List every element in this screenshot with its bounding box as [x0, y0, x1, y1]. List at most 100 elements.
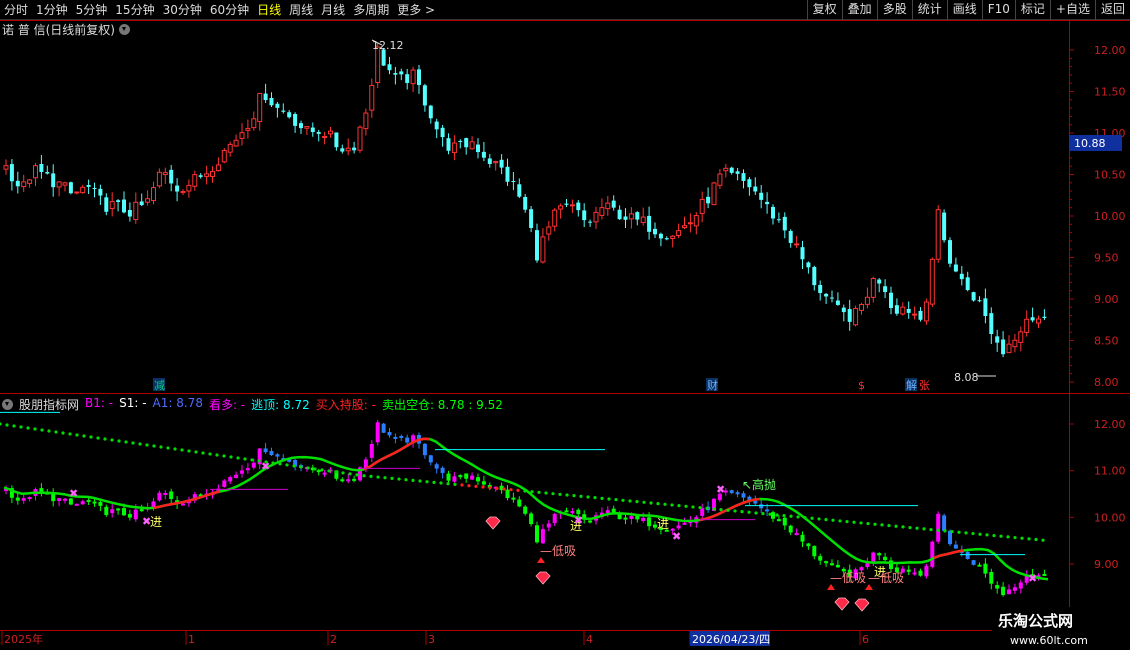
event-marker[interactable]: 财 — [707, 378, 718, 392]
period-tab-0[interactable]: 分时 — [0, 0, 32, 20]
ind-candle-body — [989, 571, 994, 584]
toolbar-button-5[interactable]: F10 — [981, 0, 1015, 20]
candle-body-up — [929, 258, 935, 305]
ind-dotted-ma — [327, 469, 331, 473]
ind-dotted-ma — [439, 481, 443, 485]
ind-candle-body — [676, 525, 681, 529]
candle-body-up — [56, 181, 62, 188]
ind-dotted-ma — [523, 489, 527, 493]
chart-annotations: 12.128.08减财 $ 解张进进进进—低吸—低吸 —低吸↖高抛✖✖✖✖✖✖✖ — [69, 39, 1037, 612]
candle-body-up — [628, 213, 634, 220]
ind-candle-body — [245, 468, 250, 471]
toolbar-button-6[interactable]: 标记 — [1014, 0, 1050, 20]
high-price-label: 12.12 — [372, 39, 404, 52]
price-tick-label: 11.50 — [1094, 86, 1126, 99]
event-marker[interactable]: $ — [858, 379, 865, 392]
ind-candle-body — [481, 481, 486, 485]
candle-body-down — [523, 196, 528, 210]
period-tab-3[interactable]: 15分钟 — [111, 0, 158, 20]
candle-body-down — [977, 300, 982, 302]
ind-dotted-ma — [712, 507, 716, 511]
candle-body-up — [723, 167, 729, 172]
ind-candle-body — [163, 492, 168, 495]
ind-candle-body — [924, 565, 929, 577]
ind-candle-body — [741, 493, 746, 498]
ind-candle-body — [505, 489, 510, 499]
candle-body-down — [824, 293, 829, 297]
candle-body-up — [469, 141, 475, 150]
period-tab-10[interactable]: 更多 > — [393, 0, 439, 20]
event-marker[interactable]: 张 — [919, 379, 930, 392]
gem-signal-icon — [485, 516, 501, 530]
ind-dotted-ma — [754, 511, 758, 515]
period-tab-9[interactable]: 多周期 — [349, 0, 393, 20]
candle-body-down — [269, 97, 274, 106]
period-tab-7[interactable]: 周线 — [285, 0, 317, 20]
ind-dotted-ma — [572, 494, 576, 498]
period-tab-2[interactable]: 5分钟 — [72, 0, 112, 20]
dropdown-circle-icon[interactable] — [119, 23, 130, 35]
candle-body-up — [864, 296, 870, 305]
candle-body-up — [328, 130, 333, 135]
ind-dotted-ma — [369, 474, 373, 478]
candle-body-down — [735, 171, 740, 174]
ind-dotted-ma — [306, 466, 310, 470]
ind-candle-body — [387, 432, 392, 436]
ind-dotted-ma — [1013, 535, 1017, 540]
indicator-name[interactable]: 股朋指标网 — [19, 396, 79, 413]
ind-dotted-ma — [194, 450, 198, 454]
candle-body-up — [357, 126, 363, 151]
event-marker[interactable]: 解 — [906, 378, 917, 392]
ind-dotted-ma — [390, 476, 394, 480]
candle-body-down — [953, 264, 958, 272]
ind-dotted-ma — [558, 492, 562, 496]
ind-dotted-ma — [159, 445, 163, 449]
ind-dotted-ma — [250, 458, 254, 462]
candle-body-down — [877, 279, 882, 284]
ind-dotted-ma — [1041, 538, 1045, 542]
candle-body-up — [80, 186, 86, 194]
ind-dotted-ma — [96, 436, 100, 440]
indicator-plot — [0, 411, 1049, 597]
toolbar-button-1[interactable]: 叠加 — [841, 0, 877, 20]
toolbar-button-2[interactable]: 多股 — [876, 0, 912, 20]
ind-dotted-ma — [950, 529, 954, 534]
candle-body-down — [776, 219, 781, 221]
toolbar-button-0[interactable]: 复权 — [806, 0, 842, 20]
candle-body-up — [558, 205, 564, 210]
toolbar-button-3[interactable]: 统计 — [911, 0, 947, 20]
ind-tick-label: 11.00 — [1094, 465, 1126, 478]
period-tab-6[interactable]: 日线 — [253, 0, 285, 20]
toolbar-button-8[interactable]: 返回 — [1094, 0, 1130, 20]
candle-body-down — [529, 209, 534, 228]
candle-body-up — [345, 147, 351, 152]
ind-candle-body — [800, 534, 805, 542]
ind-candle-body — [80, 501, 85, 505]
ind-candle-body — [794, 533, 799, 536]
period-tab-8[interactable]: 月线 — [317, 0, 349, 20]
toolbar-button-4[interactable]: 画线 — [946, 0, 982, 20]
candle-body-down — [299, 123, 303, 129]
event-marker[interactable]: 减 — [154, 379, 165, 392]
toolbar-button-7[interactable]: +自选 — [1049, 0, 1095, 20]
candle-body-up — [33, 165, 38, 179]
candle-body-down — [889, 292, 893, 308]
candle-body-up — [1036, 318, 1041, 324]
dropdown-circle-icon[interactable] — [2, 398, 13, 410]
period-tab-4[interactable]: 30分钟 — [159, 0, 206, 20]
time-label: 3 — [428, 633, 435, 646]
candle-body-down — [653, 228, 657, 235]
candle-body-up — [257, 93, 263, 123]
ind-dotted-ma — [278, 462, 282, 466]
candle-body-down — [198, 175, 203, 177]
chart-canvas[interactable]: 12.00 11.50 11.00 10.50 10.00 9.50 9.00 8.50 8.0… — [0, 0, 1130, 650]
period-tab-1[interactable]: 1分钟 — [32, 0, 72, 20]
candle-body-down — [68, 182, 73, 194]
ind-candle-body — [63, 498, 67, 501]
ind-candle-body — [434, 464, 439, 469]
ind-candle-body — [611, 508, 616, 513]
ind-dotted-ma — [719, 508, 723, 512]
price-candles — [3, 42, 1047, 358]
period-tab-5[interactable]: 60分钟 — [206, 0, 253, 20]
candle-body-up — [451, 142, 457, 154]
